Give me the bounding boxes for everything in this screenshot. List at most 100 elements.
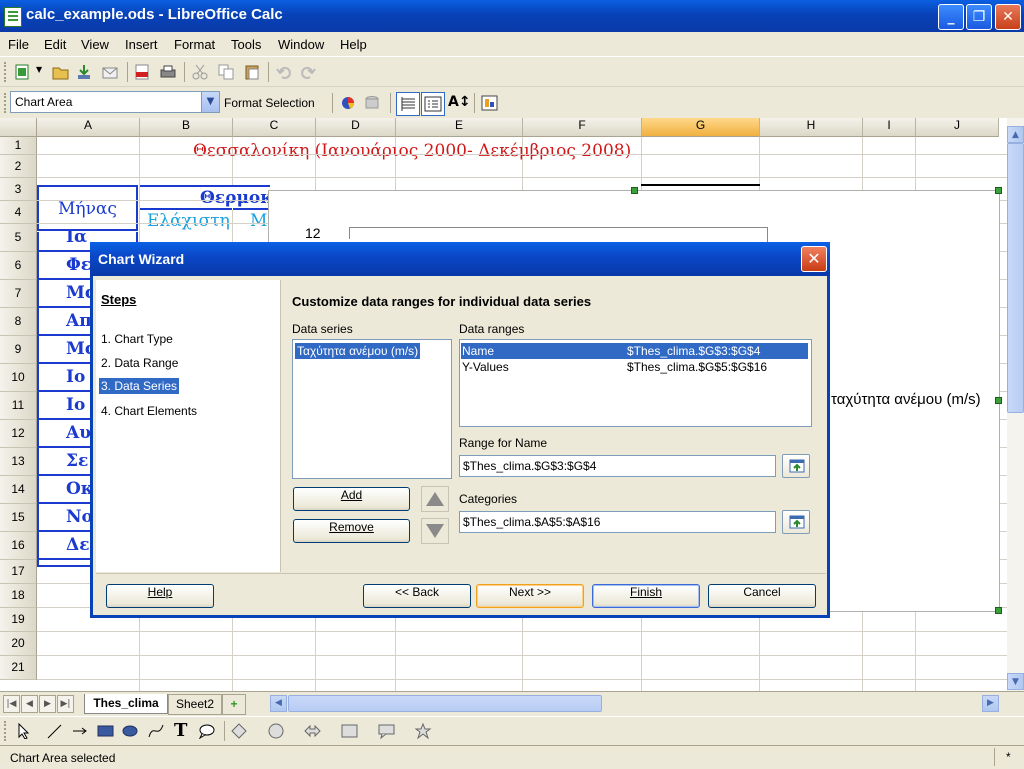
last-sheet-button[interactable]: ▶| [57, 695, 74, 713]
prev-sheet-button[interactable]: ◀ [21, 695, 38, 713]
print-icon[interactable] [160, 64, 178, 80]
minimize-button[interactable]: _ [938, 4, 964, 30]
step-data-series[interactable]: 3. Data Series [99, 378, 180, 394]
menu-format[interactable]: Format [174, 37, 215, 52]
select-range-categories-button[interactable] [782, 510, 810, 534]
rectangle-tool-icon[interactable] [97, 723, 115, 739]
copy-icon[interactable] [218, 64, 236, 80]
close-window-button[interactable]: ✕ [995, 4, 1021, 30]
step-chart-elements[interactable]: 4. Chart Elements [101, 404, 197, 418]
text-tool-icon[interactable]: T [174, 720, 187, 741]
dialog-close-button[interactable]: ✕ [801, 246, 827, 272]
data-range-row-name[interactable]: Name $Thes_clima.$G$3:$G$4 [461, 343, 808, 359]
add-sheet-icon[interactable]: + [222, 694, 246, 715]
vertical-scrollbar[interactable]: ▲ ▼ [1007, 118, 1024, 691]
save-icon[interactable] [76, 64, 94, 80]
menu-help[interactable]: Help [340, 37, 367, 52]
data-ranges-list[interactable]: Name $Thes_clima.$G$3:$G$4 Y-Values $The… [459, 339, 812, 427]
column-header-f[interactable]: F [523, 118, 642, 137]
email-icon[interactable] [102, 64, 120, 80]
horizontal-grids-toggle[interactable] [396, 92, 420, 116]
chart-handle[interactable] [631, 187, 638, 194]
undo-icon[interactable] [276, 64, 294, 80]
row-header-1[interactable]: 1 [0, 137, 37, 155]
categories-input[interactable]: $Thes_clima.$A$5:$A$16 [459, 511, 776, 533]
month-cell[interactable]: Ιο [66, 395, 85, 415]
chevron-down-icon[interactable]: ▼ [201, 92, 219, 112]
row-header-8[interactable]: 8 [0, 308, 37, 336]
first-sheet-button[interactable]: |◀ [3, 695, 20, 713]
column-header-e[interactable]: E [396, 118, 523, 137]
row-header-11[interactable]: 11 [0, 392, 37, 420]
row-header-4[interactable]: 4 [0, 201, 37, 224]
legend-toggle[interactable] [421, 92, 445, 116]
step-chart-type[interactable]: 1. Chart Type [101, 332, 173, 346]
autolayout-icon[interactable] [481, 95, 499, 111]
help-button[interactable]: Help [106, 584, 214, 608]
data-series-list[interactable]: Ταχύτητα ανέμου (m/s) [292, 339, 452, 479]
select-all-corner[interactable] [0, 118, 37, 137]
open-folder-icon[interactable] [52, 64, 70, 80]
column-header-a[interactable]: A [37, 118, 140, 137]
next-sheet-button[interactable]: ▶ [39, 695, 56, 713]
data-series-item[interactable]: Ταχύτητα ανέμου (m/s) [293, 342, 422, 360]
toolbar-grip[interactable] [4, 721, 9, 741]
row-header-5[interactable]: 5 [0, 224, 37, 252]
scroll-thumb[interactable] [1007, 143, 1024, 413]
menu-window[interactable]: Window [278, 37, 324, 52]
row-header-21[interactable]: 21 [0, 656, 37, 680]
curve-tool-icon[interactable] [148, 723, 166, 739]
line-tool-icon[interactable] [46, 723, 64, 739]
row-header-10[interactable]: 10 [0, 364, 37, 392]
move-down-button[interactable] [421, 518, 449, 544]
callouts-icon[interactable] [378, 723, 396, 739]
stars-icon[interactable] [415, 723, 433, 739]
cell-b4[interactable]: Ελάχιστη [140, 208, 232, 233]
scale-text-icon[interactable]: A↕ [448, 94, 471, 110]
window-title-bar[interactable]: calc_example.ods - LibreOffice Calc _ ❐ … [0, 0, 1024, 32]
row-header-9[interactable]: 9 [0, 336, 37, 364]
flowchart-icon[interactable] [341, 723, 359, 739]
new-dropdown-icon[interactable]: ▼ [36, 65, 42, 74]
data-range-row-yvalues[interactable]: Y-Values $Thes_clima.$G$5:$G$16 [461, 359, 808, 375]
callout-tool-icon[interactable] [198, 723, 216, 739]
row-header-17[interactable]: 17 [0, 560, 37, 584]
chart-handle[interactable] [995, 397, 1002, 404]
block-arrows-icon[interactable] [304, 723, 322, 739]
row-header-14[interactable]: 14 [0, 476, 37, 504]
column-header-b[interactable]: B [140, 118, 233, 137]
scroll-down-button[interactable]: ▼ [1007, 673, 1024, 690]
column-header-d[interactable]: D [316, 118, 396, 137]
column-header-j[interactable]: J [916, 118, 999, 137]
menu-insert[interactable]: Insert [125, 37, 158, 52]
cell-c4[interactable]: Μ [233, 208, 268, 233]
row-header-3[interactable]: 3 [0, 178, 37, 201]
add-series-button[interactable]: Add [293, 487, 410, 511]
back-button[interactable]: << Back [363, 584, 471, 608]
step-data-range[interactable]: 2. Data Range [101, 356, 178, 370]
chart-element-select[interactable]: Chart Area ▼ [10, 91, 220, 113]
scroll-right-button[interactable]: ▶ [982, 695, 999, 712]
chart-handle[interactable] [995, 607, 1002, 614]
column-header-g[interactable]: G [642, 118, 760, 137]
month-cell[interactable]: Φε [66, 255, 91, 275]
redo-icon[interactable] [300, 64, 318, 80]
month-cell[interactable]: Δε [66, 535, 90, 555]
range-for-name-input[interactable]: $Thes_clima.$G$3:$G$4 [459, 455, 776, 477]
row-header-16[interactable]: 16 [0, 532, 37, 560]
cut-icon[interactable] [192, 64, 210, 80]
menu-edit[interactable]: Edit [44, 37, 66, 52]
month-cell[interactable]: Αυ [66, 423, 91, 443]
toolbar-grip[interactable] [4, 93, 9, 113]
row-header-13[interactable]: 13 [0, 448, 37, 476]
month-cell[interactable]: Νο [66, 507, 93, 527]
row-header-12[interactable]: 12 [0, 420, 37, 448]
paste-icon[interactable] [244, 64, 262, 80]
select-range-name-button[interactable] [782, 454, 810, 478]
format-selection-button[interactable]: Format Selection [224, 96, 315, 110]
symbol-shapes-icon[interactable] [268, 723, 286, 739]
sheet-title-cell[interactable]: Θεσσαλονίκη (Ιανουάριος 2000- Δεκέμβριος… [193, 141, 631, 161]
arrow-tool-icon[interactable] [72, 723, 90, 739]
month-cell[interactable]: Ια [66, 227, 87, 247]
dialog-title-bar[interactable]: Chart Wizard [90, 242, 830, 276]
